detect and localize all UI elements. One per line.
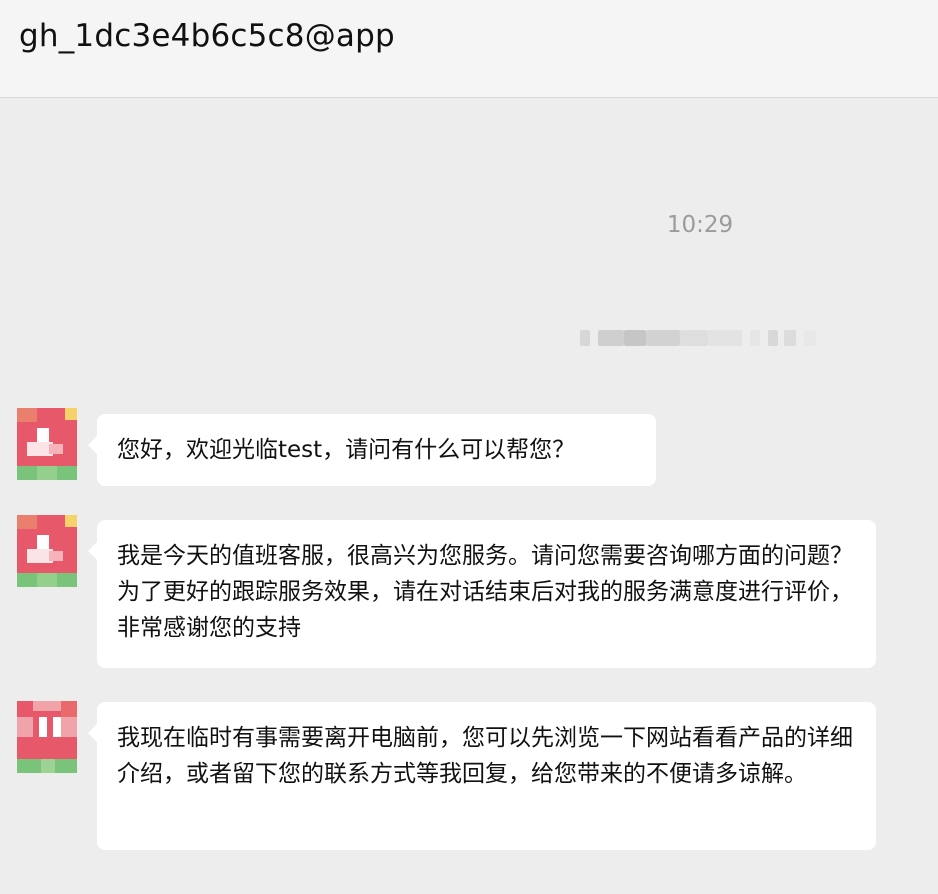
avatar[interactable]	[17, 408, 77, 480]
message-text: 您好，欢迎光临test，请问有什么可以帮您？	[117, 437, 576, 463]
message-bubble[interactable]: 您好，欢迎光临test，请问有什么可以帮您？	[88, 414, 656, 486]
chat-header: gh_1dc3e4b6c5c8@app	[0, 0, 938, 98]
blurred-system-notice	[578, 324, 818, 352]
avatar[interactable]	[17, 515, 77, 587]
message-text: 我现在临时有事需要离开电脑前，您可以先浏览一下网站看看产品的详细介绍，或者留下您…	[117, 725, 853, 787]
message-bubble[interactable]: 我是今天的值班客服，很高兴为您服务。请问您需要咨询哪方面的问题？为了更好的跟踪服…	[88, 520, 876, 668]
message-timestamp: 10:29	[666, 212, 734, 238]
message-text: 我是今天的值班客服，很高兴为您服务。请问您需要咨询哪方面的问题？为了更好的跟踪服…	[117, 543, 853, 641]
avatar[interactable]	[17, 701, 77, 773]
chat-title: gh_1dc3e4b6c5c8@app	[19, 18, 395, 54]
message-bubble[interactable]: 我现在临时有事需要离开电脑前，您可以先浏览一下网站看看产品的详细介绍，或者留下您…	[88, 702, 876, 850]
